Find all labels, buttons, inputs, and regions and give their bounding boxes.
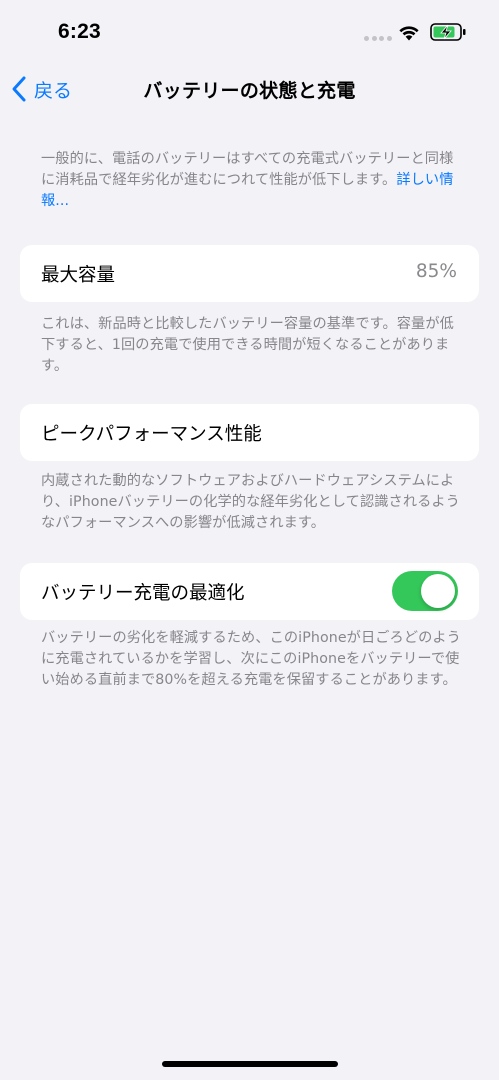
max-capacity-row: 最大容量 85%	[20, 245, 479, 302]
peak-performance-row[interactable]: ピークパフォーマンス性能	[20, 404, 479, 461]
max-capacity-label: 最大容量	[41, 265, 116, 286]
max-capacity-description: これは、新品時と比較したバッテリー容量の基準です。容量が低下すると、1回の充電で…	[41, 316, 454, 374]
optimized-charging-toggle[interactable]	[392, 571, 458, 611]
screen: 6:23 戻る バッテリーの状態と充電 一般的に、電話のバッテリーはすべての充電…	[0, 0, 499, 1080]
page-title: バッテリーの状態と充電	[143, 80, 356, 102]
toggle-knob	[421, 574, 455, 608]
navigation-bar: 戻る バッテリーの状態と充電	[0, 62, 499, 116]
cellular-signal-icon	[364, 36, 392, 41]
peak-performance-label: ピークパフォーマンス性能	[41, 424, 262, 445]
intro-description: 一般的に、電話のバッテリーはすべての充電式バッテリーと同様に消耗品で経年劣化が進…	[41, 149, 461, 212]
max-capacity-value: 85%	[415, 261, 457, 282]
home-indicator[interactable]	[162, 1061, 338, 1067]
wifi-icon	[399, 26, 419, 41]
peak-performance-description: 内蔵された動的なソフトウェアおよびハードウェアシステムにより、iPhoneバッテ…	[41, 473, 460, 531]
optimized-charging-description: バッテリーの劣化を軽減するため、このiPhoneが日ごろどのように充電されている…	[41, 630, 461, 688]
optimized-charging-row: バッテリー充電の最適化	[20, 563, 479, 620]
status-time: 6:23	[58, 20, 101, 43]
status-bar: 6:23	[0, 0, 499, 62]
battery-charging-icon	[430, 23, 466, 41]
intro-text: 一般的に、電話のバッテリーはすべての充電式バッテリーと同様に消耗品で経年劣化が進…	[41, 151, 454, 188]
optimized-charging-label: バッテリー充電の最適化	[41, 583, 245, 604]
